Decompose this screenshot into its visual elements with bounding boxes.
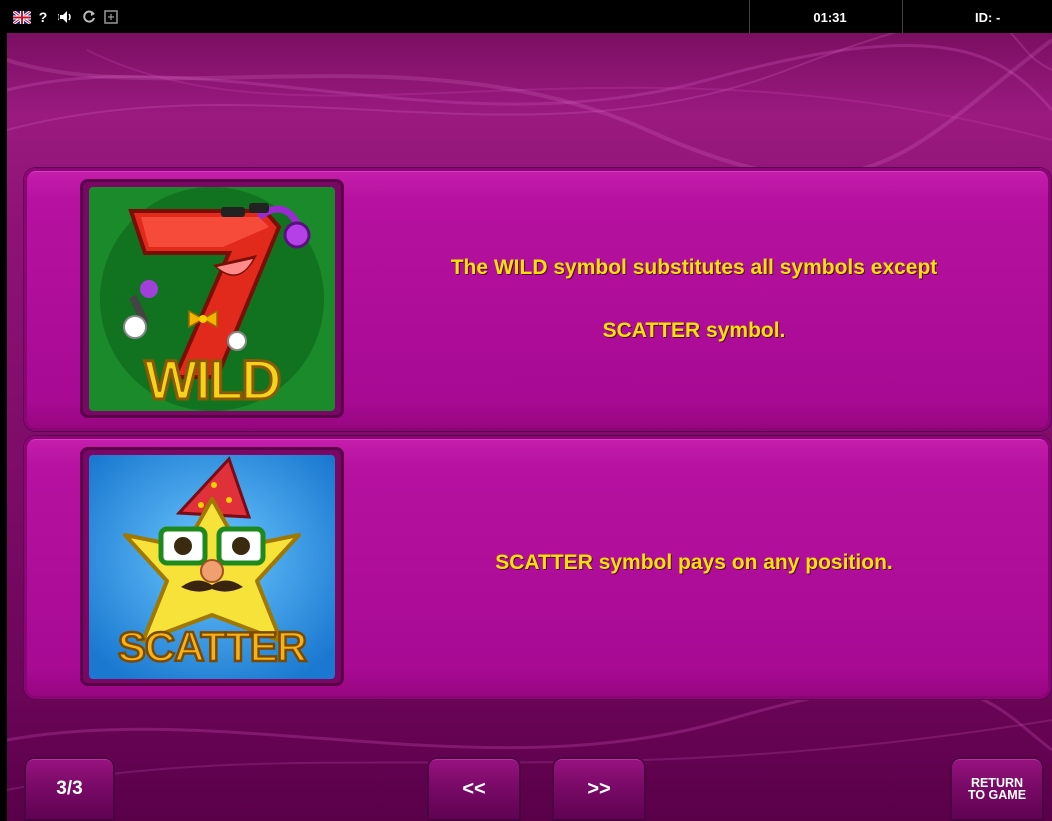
wild-description-line2: SCATTER symbol. — [602, 319, 786, 342]
wild-info-panel: WILD The WILD symbol substitutes all sym… — [24, 168, 1051, 431]
sound-icon[interactable] — [57, 9, 75, 25]
scatter-symbol: SCATTER — [89, 455, 335, 679]
page-indicator: 3/3 — [24, 757, 115, 821]
wild-description-line1: The WILD symbol substitutes all symbols … — [450, 256, 938, 279]
return-to-game-button[interactable]: RETURN TO GAME — [950, 757, 1044, 821]
wild-art-label: WILD — [144, 348, 280, 411]
next-page-button[interactable]: >> — [552, 757, 646, 821]
topbar-divider — [749, 0, 750, 33]
help-icon[interactable]: ? — [37, 9, 49, 25]
scatter-description: SCATTER symbol pays on any position. — [495, 551, 893, 574]
top-status-bar: ? 01:31 ID: - — [7, 0, 1052, 33]
scatter-art-label: SCATTER — [118, 623, 307, 670]
wild-symbol-art: WILD — [89, 187, 335, 411]
wild-symbol-frame: WILD — [80, 179, 344, 418]
scatter-symbol-frame: SCATTER — [80, 447, 344, 686]
game-info-screen: ? 01:31 ID: - WILD The WILD symbol subst… — [7, 0, 1052, 821]
scatter-symbol-art: SCATTER — [89, 455, 335, 679]
previous-page-button[interactable]: << — [427, 757, 521, 821]
wild-symbol: WILD — [89, 187, 335, 411]
return-button-line2: TO GAME — [967, 788, 1027, 802]
refresh-icon[interactable] — [81, 9, 97, 25]
session-id: ID: - — [975, 10, 1001, 25]
uk-flag-icon[interactable] — [13, 9, 31, 25]
fullscreen-icon[interactable] — [103, 9, 119, 25]
scatter-info-panel: SCATTER SCATTER symbol pays on any posit… — [24, 436, 1051, 699]
clock: 01:31 — [813, 10, 847, 25]
topbar-divider — [902, 0, 903, 33]
